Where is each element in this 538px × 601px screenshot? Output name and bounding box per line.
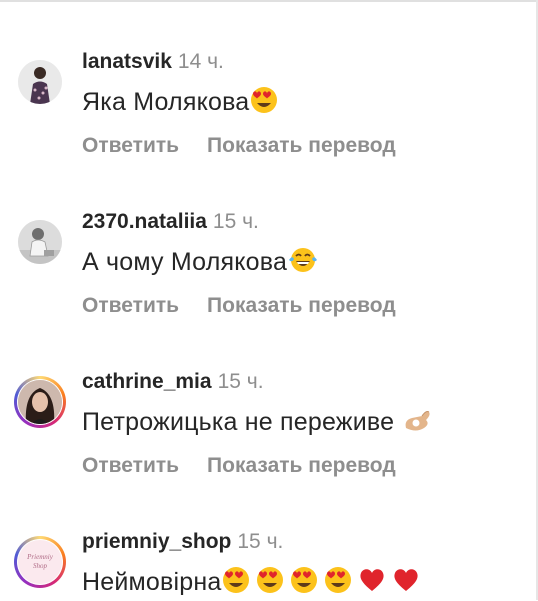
reply-button[interactable]: Ответить [82, 454, 179, 477]
red-heart-emoji [392, 566, 420, 601]
red-heart-emoji [358, 566, 386, 601]
reply-button[interactable]: Ответить [82, 294, 179, 317]
tears-of-joy-emoji [288, 246, 318, 281]
username[interactable]: cathrine_mia [82, 370, 212, 393]
heart-eyes-emoji [324, 566, 352, 601]
avatar[interactable]: Priemniy Shop [14, 536, 66, 588]
comment-text: А чому Молякова [82, 246, 318, 281]
username[interactable]: priemniy_shop [82, 530, 231, 553]
heart-eyes-emoji [256, 566, 284, 601]
timestamp: 15 ч. [212, 210, 259, 233]
comment-text: Петрожицька не переживе [82, 406, 434, 441]
heart-eyes-emoji [250, 86, 278, 121]
heart-eyes-emoji [290, 566, 318, 601]
show-translation-button[interactable]: Показать перевод [207, 294, 396, 317]
show-translation-button[interactable]: Показать перевод [207, 454, 396, 477]
avatar[interactable] [14, 216, 66, 268]
avatar[interactable] [14, 376, 66, 428]
username[interactable]: lanatsvik [82, 50, 172, 73]
timestamp: 14 ч. [177, 50, 224, 73]
user-photo-icon [18, 60, 62, 104]
user-photo-icon [18, 380, 62, 424]
heart-eyes-emoji [222, 566, 250, 601]
comment-text: Яка Молякова [82, 86, 278, 121]
timestamp: 15 ч. [217, 370, 264, 393]
ok-hand-emoji [402, 406, 434, 441]
top-divider [0, 0, 538, 2]
shop-logo-text: Priemniy Shop [27, 553, 53, 570]
show-translation-button[interactable]: Показать перевод [207, 134, 396, 157]
avatar[interactable] [14, 56, 66, 108]
user-photo-icon [18, 220, 62, 264]
timestamp: 15 ч. [237, 530, 284, 553]
reply-button[interactable]: Ответить [82, 134, 179, 157]
comment-text: Неймовірна [82, 566, 420, 601]
username[interactable]: 2370.nataliia [82, 210, 207, 233]
